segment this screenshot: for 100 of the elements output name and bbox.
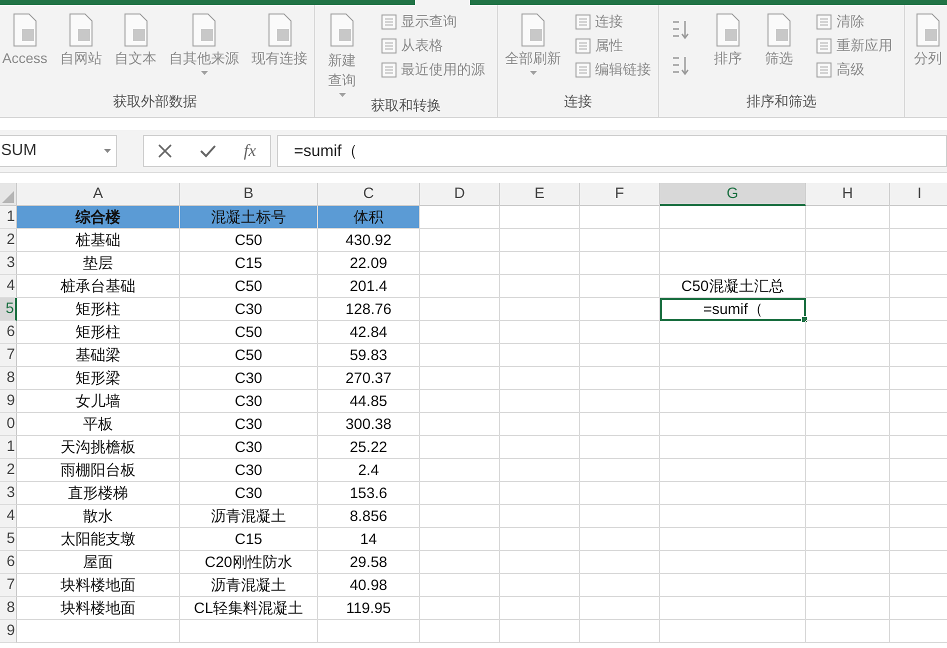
name-box[interactable]: SUM: [0, 135, 117, 167]
table-cell: 14: [318, 528, 420, 551]
document-icon: [520, 13, 546, 47]
table-cell: 40.98: [318, 574, 420, 597]
table-cell: 29.58: [318, 551, 420, 574]
table-cell: C50: [180, 321, 318, 344]
table-cell: C30: [180, 459, 318, 482]
table-cell: 430.92: [318, 229, 420, 252]
column-header[interactable]: I: [890, 183, 947, 206]
document-icon: [575, 62, 591, 78]
row-header[interactable]: 1: [0, 436, 17, 459]
formula-field[interactable]: =sumif（: [277, 135, 947, 167]
triangle-icon: [2, 191, 14, 203]
table-cell: 矩形柱: [17, 321, 180, 344]
table-cell: 119.95: [318, 597, 420, 620]
table-cell: C30: [180, 413, 318, 436]
document-icon: [766, 13, 792, 47]
table-cell: 沥青混凝土: [180, 574, 318, 597]
table-cell: 屋面: [17, 551, 180, 574]
table-cell: 128.76: [318, 298, 420, 321]
document-icon: [329, 13, 355, 47]
sort-descending-icon[interactable]: [670, 55, 691, 77]
table-cell: C50混凝土汇总: [660, 275, 806, 298]
row-header[interactable]: 4: [0, 505, 17, 528]
caret-icon: [338, 93, 346, 97]
document-icon: [575, 14, 591, 30]
table-cell: C30: [180, 482, 318, 505]
row-header[interactable]: 2: [0, 229, 17, 252]
row-header[interactable]: 6: [0, 551, 17, 574]
column-header[interactable]: E: [500, 183, 580, 206]
sort-ascending-icon[interactable]: [670, 19, 691, 41]
insert-function-button[interactable]: fx: [244, 141, 256, 161]
column-header[interactable]: F: [580, 183, 660, 206]
cancel-icon[interactable]: [158, 144, 172, 158]
document-icon: [381, 14, 397, 30]
document-icon: [816, 14, 832, 30]
table-cell: 矩形柱: [17, 298, 180, 321]
group-label: 连接: [563, 93, 593, 111]
table-cell: 垫层: [17, 252, 180, 275]
table-cell: 平板: [17, 413, 180, 436]
table-cell: C15: [180, 528, 318, 551]
column-header[interactable]: D: [420, 183, 500, 206]
document-icon: [381, 38, 397, 54]
table-cell: 153.6: [318, 482, 420, 505]
table-cell: 基础梁: [17, 344, 180, 367]
table-cell: C30: [180, 436, 318, 459]
table-cell: 2.4: [318, 459, 420, 482]
row-header[interactable]: 5: [0, 528, 17, 551]
column-header[interactable]: G: [660, 183, 806, 206]
table-cell[interactable]: =sumif（: [660, 298, 806, 321]
table-cell: 块料楼地面: [17, 574, 180, 597]
row-header[interactable]: 3: [0, 482, 17, 505]
table-cell: 59.83: [318, 344, 420, 367]
table-cell: 块料楼地面: [17, 597, 180, 620]
group-label: 排序和筛选: [746, 93, 818, 111]
caret-icon: [530, 71, 536, 75]
table-cell: 桩承台基础: [17, 275, 180, 298]
table-cell: C15: [180, 252, 318, 275]
table-cell: C20刚性防水: [180, 551, 318, 574]
table-cell: 8.856: [318, 505, 420, 528]
row-header[interactable]: 4: [0, 275, 17, 298]
row-header[interactable]: 6: [0, 321, 17, 344]
group-label: 获取和转换: [370, 97, 442, 115]
select-all-button[interactable]: [0, 183, 17, 206]
column-header[interactable]: C: [318, 183, 420, 206]
table-cell: 270.37: [318, 367, 420, 390]
table-cell: 矩形梁: [17, 367, 180, 390]
table-cell: 女儿墙: [17, 390, 180, 413]
check-icon[interactable]: [200, 144, 216, 158]
row-header[interactable]: 0: [0, 413, 17, 436]
table-cell: 25.22: [318, 436, 420, 459]
table-cell: C50: [180, 275, 318, 298]
row-header[interactable]: 7: [0, 574, 17, 597]
column-header[interactable]: B: [180, 183, 318, 206]
caret-icon: [200, 71, 208, 75]
document-icon: [915, 13, 941, 47]
row-header[interactable]: 2: [0, 459, 17, 482]
table-cell: 综合楼: [17, 206, 180, 229]
column-header[interactable]: A: [17, 183, 180, 206]
table-cell: 沥青混凝土: [180, 505, 318, 528]
table-cell: CL轻集料混凝土: [180, 597, 318, 620]
row-header[interactable]: 9: [0, 390, 17, 413]
document-icon: [122, 13, 149, 47]
document-icon: [381, 62, 397, 78]
row-header[interactable]: 7: [0, 344, 17, 367]
document-icon: [714, 13, 741, 47]
row-header[interactable]: 3: [0, 252, 17, 275]
column-header[interactable]: H: [806, 183, 890, 206]
table-cell: C30: [180, 367, 318, 390]
document-icon: [816, 38, 832, 54]
table-cell: 42.84: [318, 321, 420, 344]
row-header[interactable]: 1: [0, 206, 17, 229]
group-label: 获取外部数据: [112, 93, 198, 111]
row-header[interactable]: 8: [0, 367, 17, 390]
table-cell: C30: [180, 390, 318, 413]
document-icon: [266, 13, 293, 47]
table-cell: 300.38: [318, 413, 420, 436]
row-header[interactable]: 9: [0, 620, 17, 643]
row-header[interactable]: 5: [0, 298, 17, 321]
row-header[interactable]: 8: [0, 597, 17, 620]
